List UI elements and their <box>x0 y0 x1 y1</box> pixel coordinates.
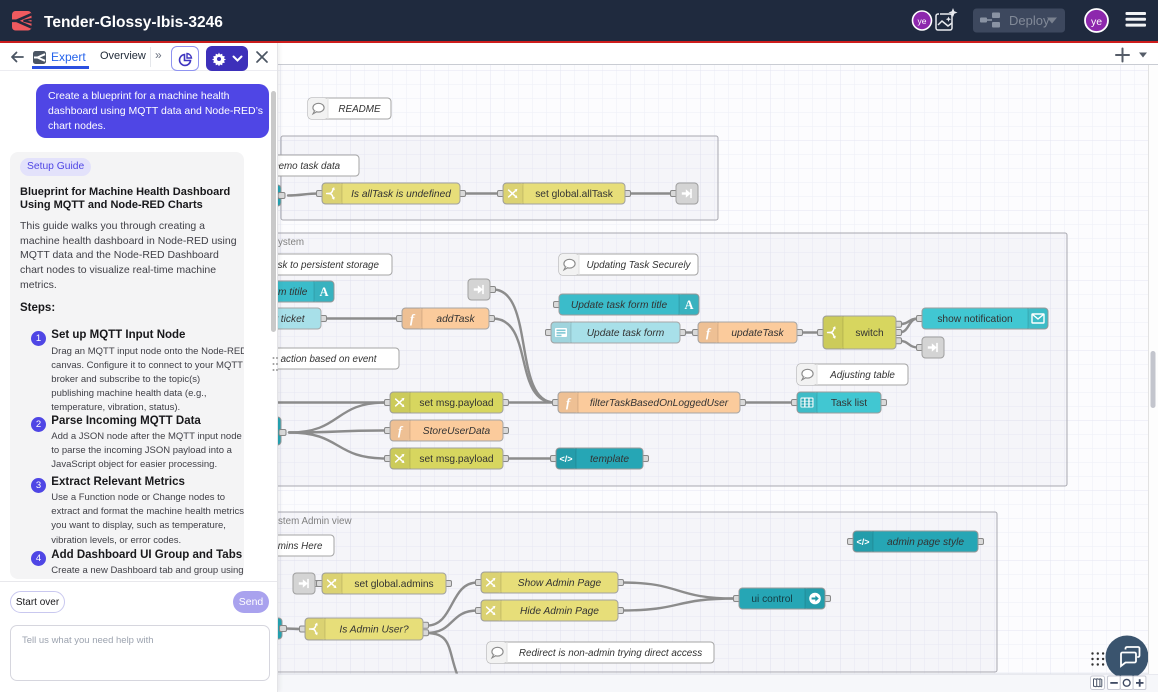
svg-text:ye: ye <box>918 16 927 26</box>
svg-text:Tender-Glossy-Ibis-3246: Tender-Glossy-Ibis-3246 <box>44 14 223 31</box>
svg-text:ye: ye <box>1091 16 1102 28</box>
svg-text:Deploy: Deploy <box>1009 13 1050 28</box>
